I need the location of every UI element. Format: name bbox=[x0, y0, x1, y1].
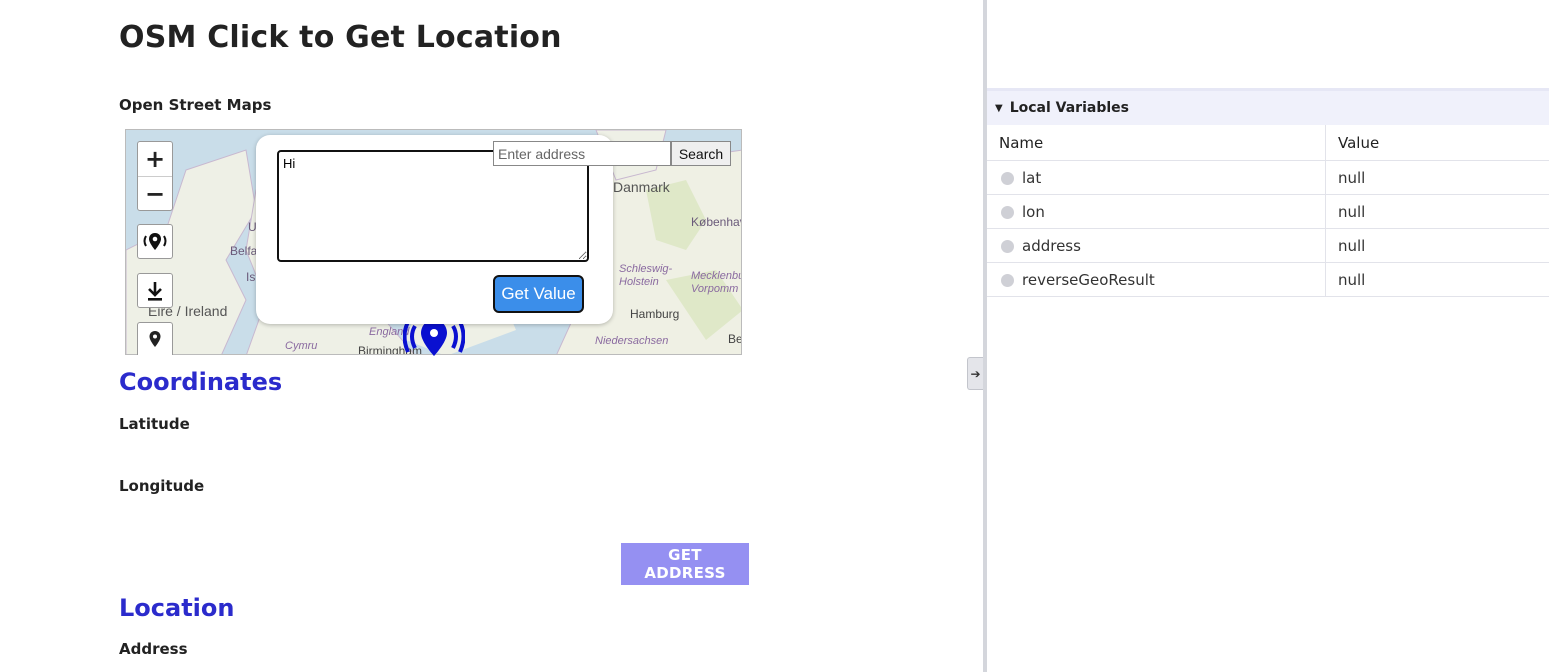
latitude-label: Latitude bbox=[119, 415, 190, 433]
variable-name: lon bbox=[1022, 202, 1045, 221]
app-main: OSM Click to Get Location Open Street Ma… bbox=[0, 0, 983, 672]
map-label-cymru: Cymru bbox=[285, 340, 318, 352]
variable-name: address bbox=[1022, 236, 1081, 255]
map-label-hamburg: Hamburg bbox=[630, 307, 680, 321]
zoom-control: + − bbox=[137, 141, 173, 211]
local-variables-title: Local Variables bbox=[1009, 100, 1129, 116]
variable-value: null bbox=[1325, 160, 1549, 195]
popup-textarea[interactable]: Hi bbox=[277, 150, 589, 262]
get-value-button[interactable]: Get Value bbox=[493, 275, 584, 313]
table-row[interactable]: lon null bbox=[987, 194, 1549, 229]
variable-dot-icon bbox=[1001, 205, 1014, 219]
variable-value: null bbox=[1325, 228, 1549, 263]
address-search-input[interactable] bbox=[493, 141, 671, 166]
column-header-value: Value bbox=[1325, 125, 1549, 161]
debug-panel: ▼ Local Variables Name Value lat null lo… bbox=[987, 0, 1549, 672]
map-section-label: Open Street Maps bbox=[119, 96, 272, 114]
variable-dot-icon bbox=[1001, 171, 1014, 185]
variable-value: null bbox=[1325, 262, 1549, 297]
variable-name: lat bbox=[1022, 168, 1042, 187]
table-header-row: Name Value bbox=[987, 125, 1549, 161]
download-button[interactable] bbox=[137, 273, 173, 308]
geolocation-icon bbox=[143, 232, 167, 250]
page-title: OSM Click to Get Location bbox=[119, 20, 562, 55]
map-label-mecklenburg: Mecklenbu Vorpomm bbox=[691, 270, 742, 295]
arrow-right-icon: ➔ bbox=[970, 366, 981, 381]
coordinates-heading: Coordinates bbox=[119, 368, 283, 396]
search-button[interactable]: Search bbox=[671, 141, 731, 166]
map-label-danmark: Danmark bbox=[613, 179, 670, 195]
locate-button[interactable] bbox=[137, 224, 173, 259]
address-label: Address bbox=[119, 640, 188, 658]
marker-button[interactable] bbox=[137, 322, 173, 355]
longitude-label: Longitude bbox=[119, 477, 205, 495]
collapse-panel-button[interactable]: ➔ bbox=[967, 357, 983, 390]
column-header-name: Name bbox=[987, 125, 1326, 161]
variable-dot-icon bbox=[1001, 273, 1014, 287]
get-address-button[interactable]: GET ADDRESS bbox=[621, 543, 749, 585]
map-label-schleswig: Schleswig-Holstein bbox=[619, 263, 673, 288]
location-heading: Location bbox=[119, 594, 235, 622]
map-label-is: Is bbox=[246, 270, 256, 284]
local-variables-header[interactable]: ▼ Local Variables bbox=[987, 88, 1549, 125]
variables-table: Name Value lat null lon null address nul… bbox=[987, 125, 1549, 297]
table-row[interactable]: reverseGeoResult null bbox=[987, 262, 1549, 297]
pin-icon bbox=[149, 331, 161, 347]
caret-down-icon: ▼ bbox=[995, 102, 1003, 114]
variable-dot-icon bbox=[1001, 239, 1014, 253]
map-label-kobenhavn: København bbox=[691, 215, 741, 229]
zoom-out-button[interactable]: − bbox=[138, 176, 172, 211]
map-label-niedersachsen: Niedersachsen bbox=[595, 335, 669, 347]
variable-value: null bbox=[1325, 194, 1549, 229]
table-row[interactable]: lat null bbox=[987, 160, 1549, 195]
download-icon bbox=[148, 281, 162, 301]
variable-name: reverseGeoResult bbox=[1022, 270, 1155, 289]
map-label-be: Be bbox=[728, 332, 742, 346]
table-row[interactable]: address null bbox=[987, 228, 1549, 263]
map-label-belfa: Belfa bbox=[230, 244, 258, 258]
zoom-in-button[interactable]: + bbox=[138, 142, 172, 176]
